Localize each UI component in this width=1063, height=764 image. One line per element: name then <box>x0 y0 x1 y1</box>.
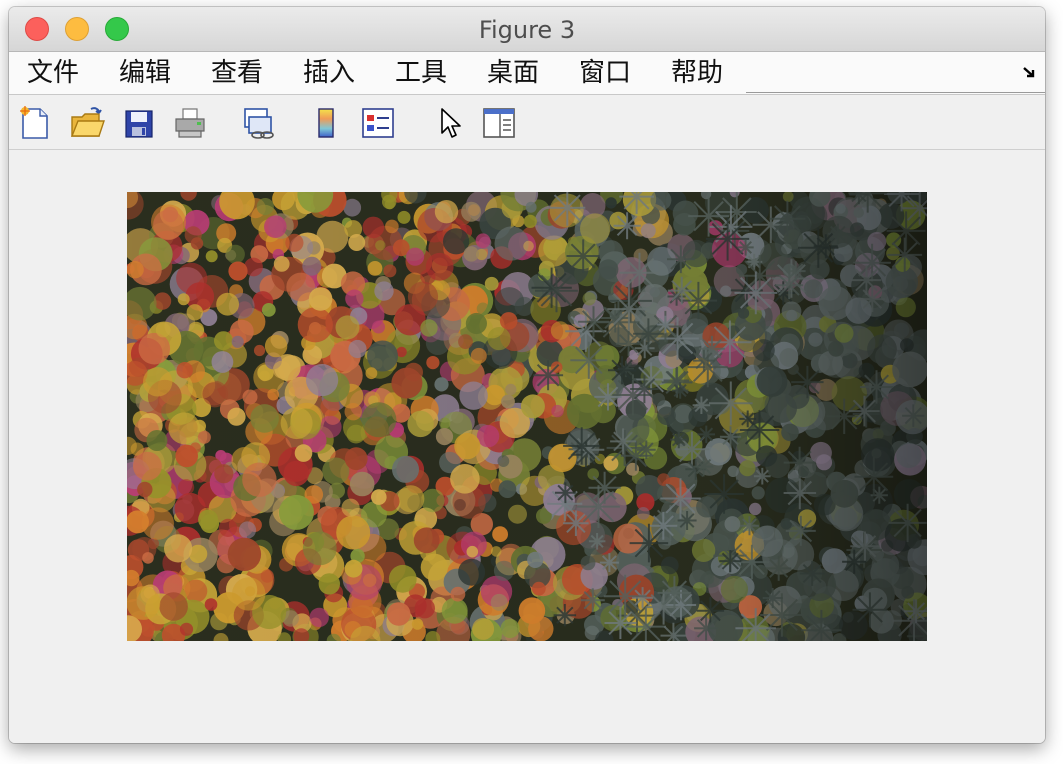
open-file-icon[interactable] <box>69 105 105 141</box>
menu-file[interactable]: 文件 <box>17 52 89 94</box>
menu-tools[interactable]: 工具 <box>385 52 457 94</box>
menu-divider <box>746 92 1045 93</box>
figure-canvas[interactable] <box>9 150 1045 743</box>
menu-insert[interactable]: 插入 <box>293 52 365 94</box>
select-pointer-icon[interactable] <box>433 105 469 141</box>
menu-bar: 文件 编辑 查看 插入 工具 桌面 窗口 帮助 <box>9 52 1045 95</box>
undock-arrow-icon[interactable] <box>1021 64 1039 82</box>
print-icon[interactable] <box>172 105 208 141</box>
forest-canopy-image[interactable] <box>127 192 927 641</box>
property-editor-icon[interactable] <box>481 105 517 141</box>
menu-desktop[interactable]: 桌面 <box>477 52 549 94</box>
menu-help[interactable]: 帮助 <box>661 52 733 94</box>
legend-icon[interactable] <box>360 105 396 141</box>
figure-toolbar <box>9 95 1045 150</box>
title-bar[interactable]: Figure 3 <box>9 7 1045 52</box>
colorbar-icon[interactable] <box>309 105 345 141</box>
link-plot-icon[interactable] <box>241 105 277 141</box>
window-title: Figure 3 <box>478 16 576 44</box>
menu-view[interactable]: 查看 <box>201 52 273 94</box>
menu-window[interactable]: 窗口 <box>569 52 641 94</box>
new-figure-icon[interactable] <box>17 105 53 141</box>
save-icon[interactable] <box>121 105 157 141</box>
figure-window: Figure 3 文件 编辑 查看 插入 工具 桌面 窗口 帮助 <box>9 7 1045 743</box>
menu-edit[interactable]: 编辑 <box>109 52 181 94</box>
